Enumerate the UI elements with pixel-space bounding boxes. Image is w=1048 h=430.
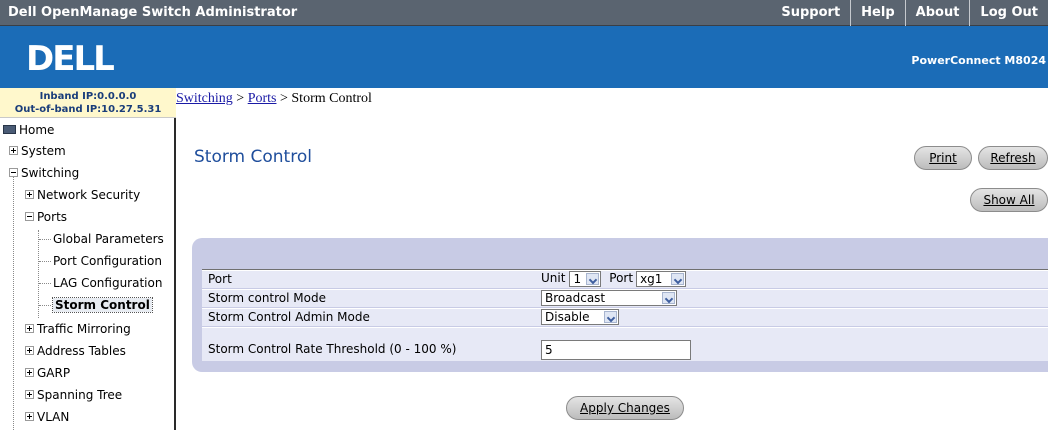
refresh-button[interactable]: Refresh [978, 146, 1048, 170]
product-name: PowerConnect M8024 [911, 54, 1046, 67]
tree-connector [39, 261, 51, 262]
support-link[interactable]: Support [771, 0, 850, 26]
port-field-label: Port [609, 271, 634, 285]
print-button[interactable]: Print [914, 146, 972, 170]
breadcrumb-ports[interactable]: Ports [248, 91, 277, 106]
expand-icon[interactable] [25, 412, 34, 421]
oob-ip: Out-of-band IP:10.27.5.31 [14, 104, 162, 115]
tree-connector [39, 283, 51, 284]
collapse-icon[interactable] [25, 212, 34, 221]
banner: DELL PowerConnect M8024 [0, 26, 1048, 88]
threshold-label: Storm Control Rate Threshold (0 - 100 %) [208, 342, 457, 356]
chevron-down-icon [586, 273, 600, 285]
tree-item-storm-control[interactable]: Storm Control [39, 294, 215, 316]
admin-mode-label: Storm Control Admin Mode [208, 310, 370, 324]
home-icon [3, 125, 16, 134]
tree-guide [13, 168, 14, 430]
chevron-down-icon [671, 273, 685, 285]
sidebar-tree: Home System Switching Network Security P… [0, 118, 176, 430]
expand-icon[interactable] [9, 146, 18, 155]
threshold-input[interactable]: 5 [541, 340, 691, 360]
expand-icon[interactable] [25, 368, 34, 377]
dell-logo: DELL [24, 36, 144, 79]
tree-item-system[interactable]: System [9, 140, 185, 162]
tree-item-traffic-mirroring[interactable]: Traffic Mirroring [25, 318, 201, 340]
tree-item-global-parameters[interactable]: Global Parameters [39, 228, 215, 250]
unit-label: Unit [541, 271, 566, 285]
tree-item-address-tables[interactable]: Address Tables [25, 340, 201, 362]
help-link[interactable]: Help [850, 0, 904, 26]
tree-connector [39, 239, 51, 240]
port-select[interactable]: xg1 [636, 271, 687, 287]
port-row-label: Port [208, 272, 232, 286]
tree-item-home[interactable]: Home [0, 119, 176, 141]
page-title: Storm Control [194, 147, 312, 167]
admin-mode-control: Disable [541, 309, 619, 325]
apply-changes-button[interactable]: Apply Changes [566, 396, 684, 420]
breadcrumb: Switching > Ports > Storm Control [176, 91, 372, 107]
expand-icon[interactable] [25, 390, 34, 399]
tree-item-spanning-tree[interactable]: Spanning Tree [25, 384, 201, 406]
chevron-down-icon [604, 311, 617, 323]
storm-mode-control: Broadcast [541, 290, 677, 306]
storm-mode-label: Storm control Mode [208, 291, 326, 305]
tree-item-lag-configuration[interactable]: LAG Configuration [39, 272, 215, 294]
top-nav: Support Help About Log Out [771, 0, 1048, 26]
admin-mode-select[interactable]: Disable [541, 309, 619, 325]
breadcrumb-switching[interactable]: Switching [176, 91, 233, 106]
svg-text:DELL: DELL [26, 39, 114, 78]
storm-mode-select[interactable]: Broadcast [541, 290, 677, 306]
expand-icon[interactable] [25, 346, 34, 355]
expand-icon[interactable] [25, 324, 34, 333]
expand-icon[interactable] [25, 190, 34, 199]
logout-link[interactable]: Log Out [969, 0, 1048, 26]
tree-connector [39, 305, 51, 306]
inband-ip: Inband IP:0.0.0.0 [39, 91, 137, 102]
breadcrumb-separator: > [232, 91, 248, 106]
breadcrumb-separator: > [276, 91, 292, 106]
unit-select[interactable]: 1 [569, 271, 602, 287]
show-all-button[interactable]: Show All [970, 188, 1048, 212]
about-link[interactable]: About [904, 0, 970, 26]
tree-item-vlan[interactable]: VLAN [25, 406, 201, 428]
unit-port-controls: Unit 1 Port xg1 [541, 271, 687, 287]
ip-info: Inband IP:0.0.0.0 Out-of-band IP:10.27.5… [0, 88, 176, 118]
tree-item-ports[interactable]: Ports [25, 206, 201, 228]
chevron-down-icon [662, 292, 675, 304]
collapse-icon[interactable] [9, 168, 18, 177]
form-row-admin-mode: Storm Control Admin Mode [202, 308, 1048, 326]
tree-item-network-security[interactable]: Network Security [25, 184, 201, 206]
tree-item-port-configuration[interactable]: Port Configuration [39, 250, 215, 272]
tree-item-switching[interactable]: Switching [9, 162, 185, 184]
tree-item-garp[interactable]: GARP [25, 362, 201, 384]
app-title: Dell OpenManage Switch Administrator [8, 5, 298, 20]
top-bar: Dell OpenManage Switch Administrator Sup… [0, 0, 1048, 26]
breadcrumb-current: Storm Control [291, 91, 372, 106]
